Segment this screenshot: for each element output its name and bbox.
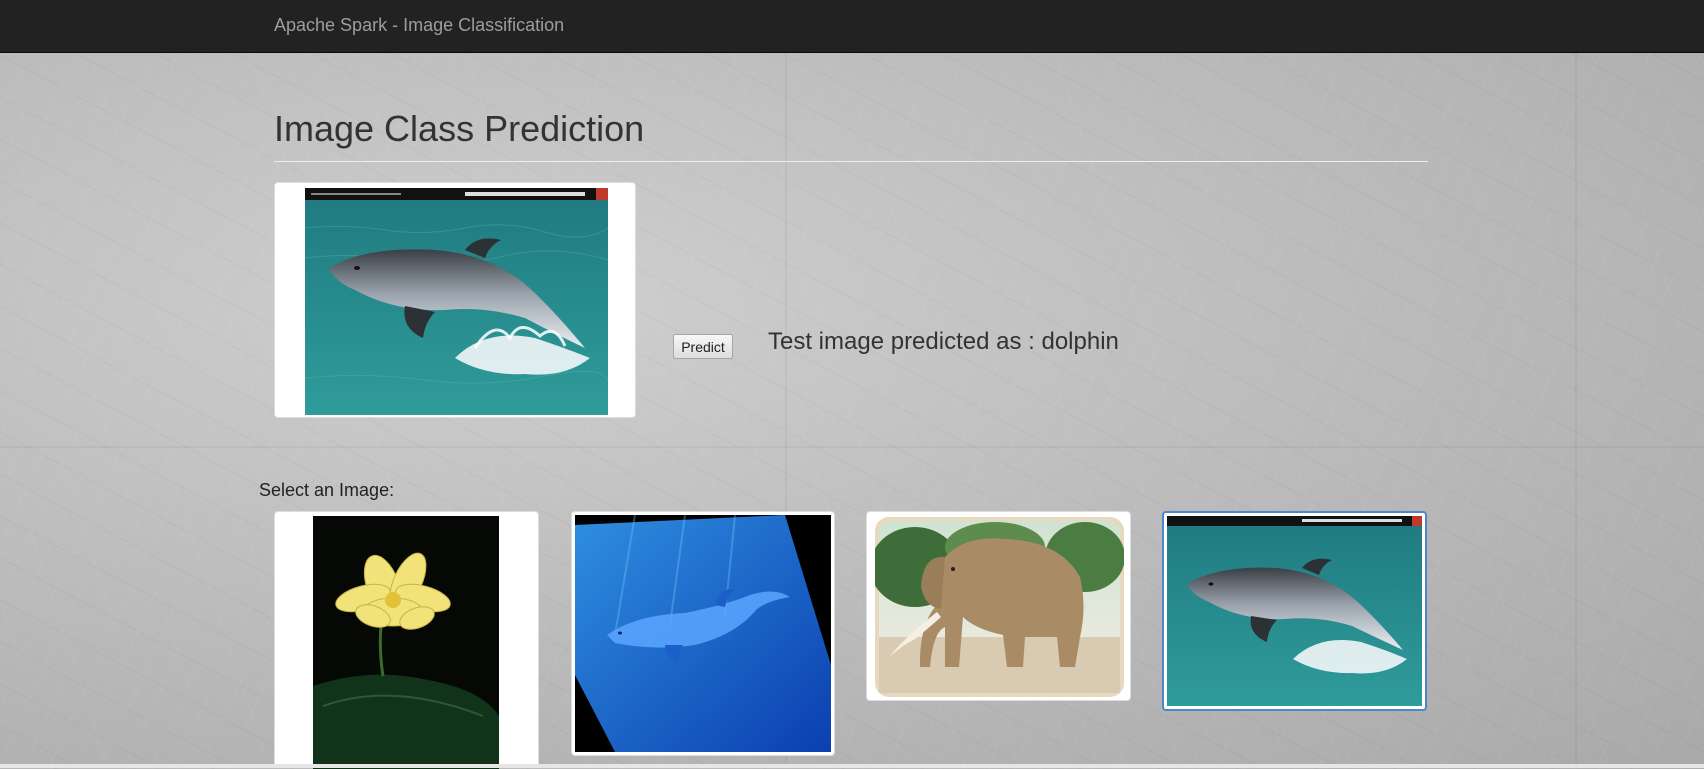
predict-button[interactable]: Predict (673, 334, 733, 359)
page-bottom-edge (0, 764, 1704, 768)
background-seam (1575, 52, 1577, 768)
gallery-thumb-elephant[interactable] (866, 511, 1131, 701)
test-dolphin-image (305, 188, 608, 415)
gallery-thumb-dolphin-underwater[interactable] (571, 511, 835, 756)
page-title: Image Class Prediction (274, 108, 645, 149)
elephant-image (875, 517, 1124, 697)
lotus-flower-image (313, 516, 499, 769)
test-image-frame (274, 182, 636, 418)
gallery-thumb-dolphin-jumping[interactable] (1162, 511, 1427, 711)
navbar: Apache Spark - Image Classification (0, 0, 1704, 53)
dolphin-jumping-image (1167, 516, 1422, 706)
title-divider (274, 161, 1428, 162)
gallery-thumb-lotus[interactable] (274, 511, 539, 769)
dolphin-underwater-image (575, 515, 831, 752)
select-image-label: Select an Image: (259, 480, 395, 500)
prediction-result-text: Test image predicted as : dolphin (768, 328, 1119, 355)
background-seam (0, 446, 1704, 448)
navbar-brand[interactable]: Apache Spark - Image Classification (274, 15, 564, 36)
